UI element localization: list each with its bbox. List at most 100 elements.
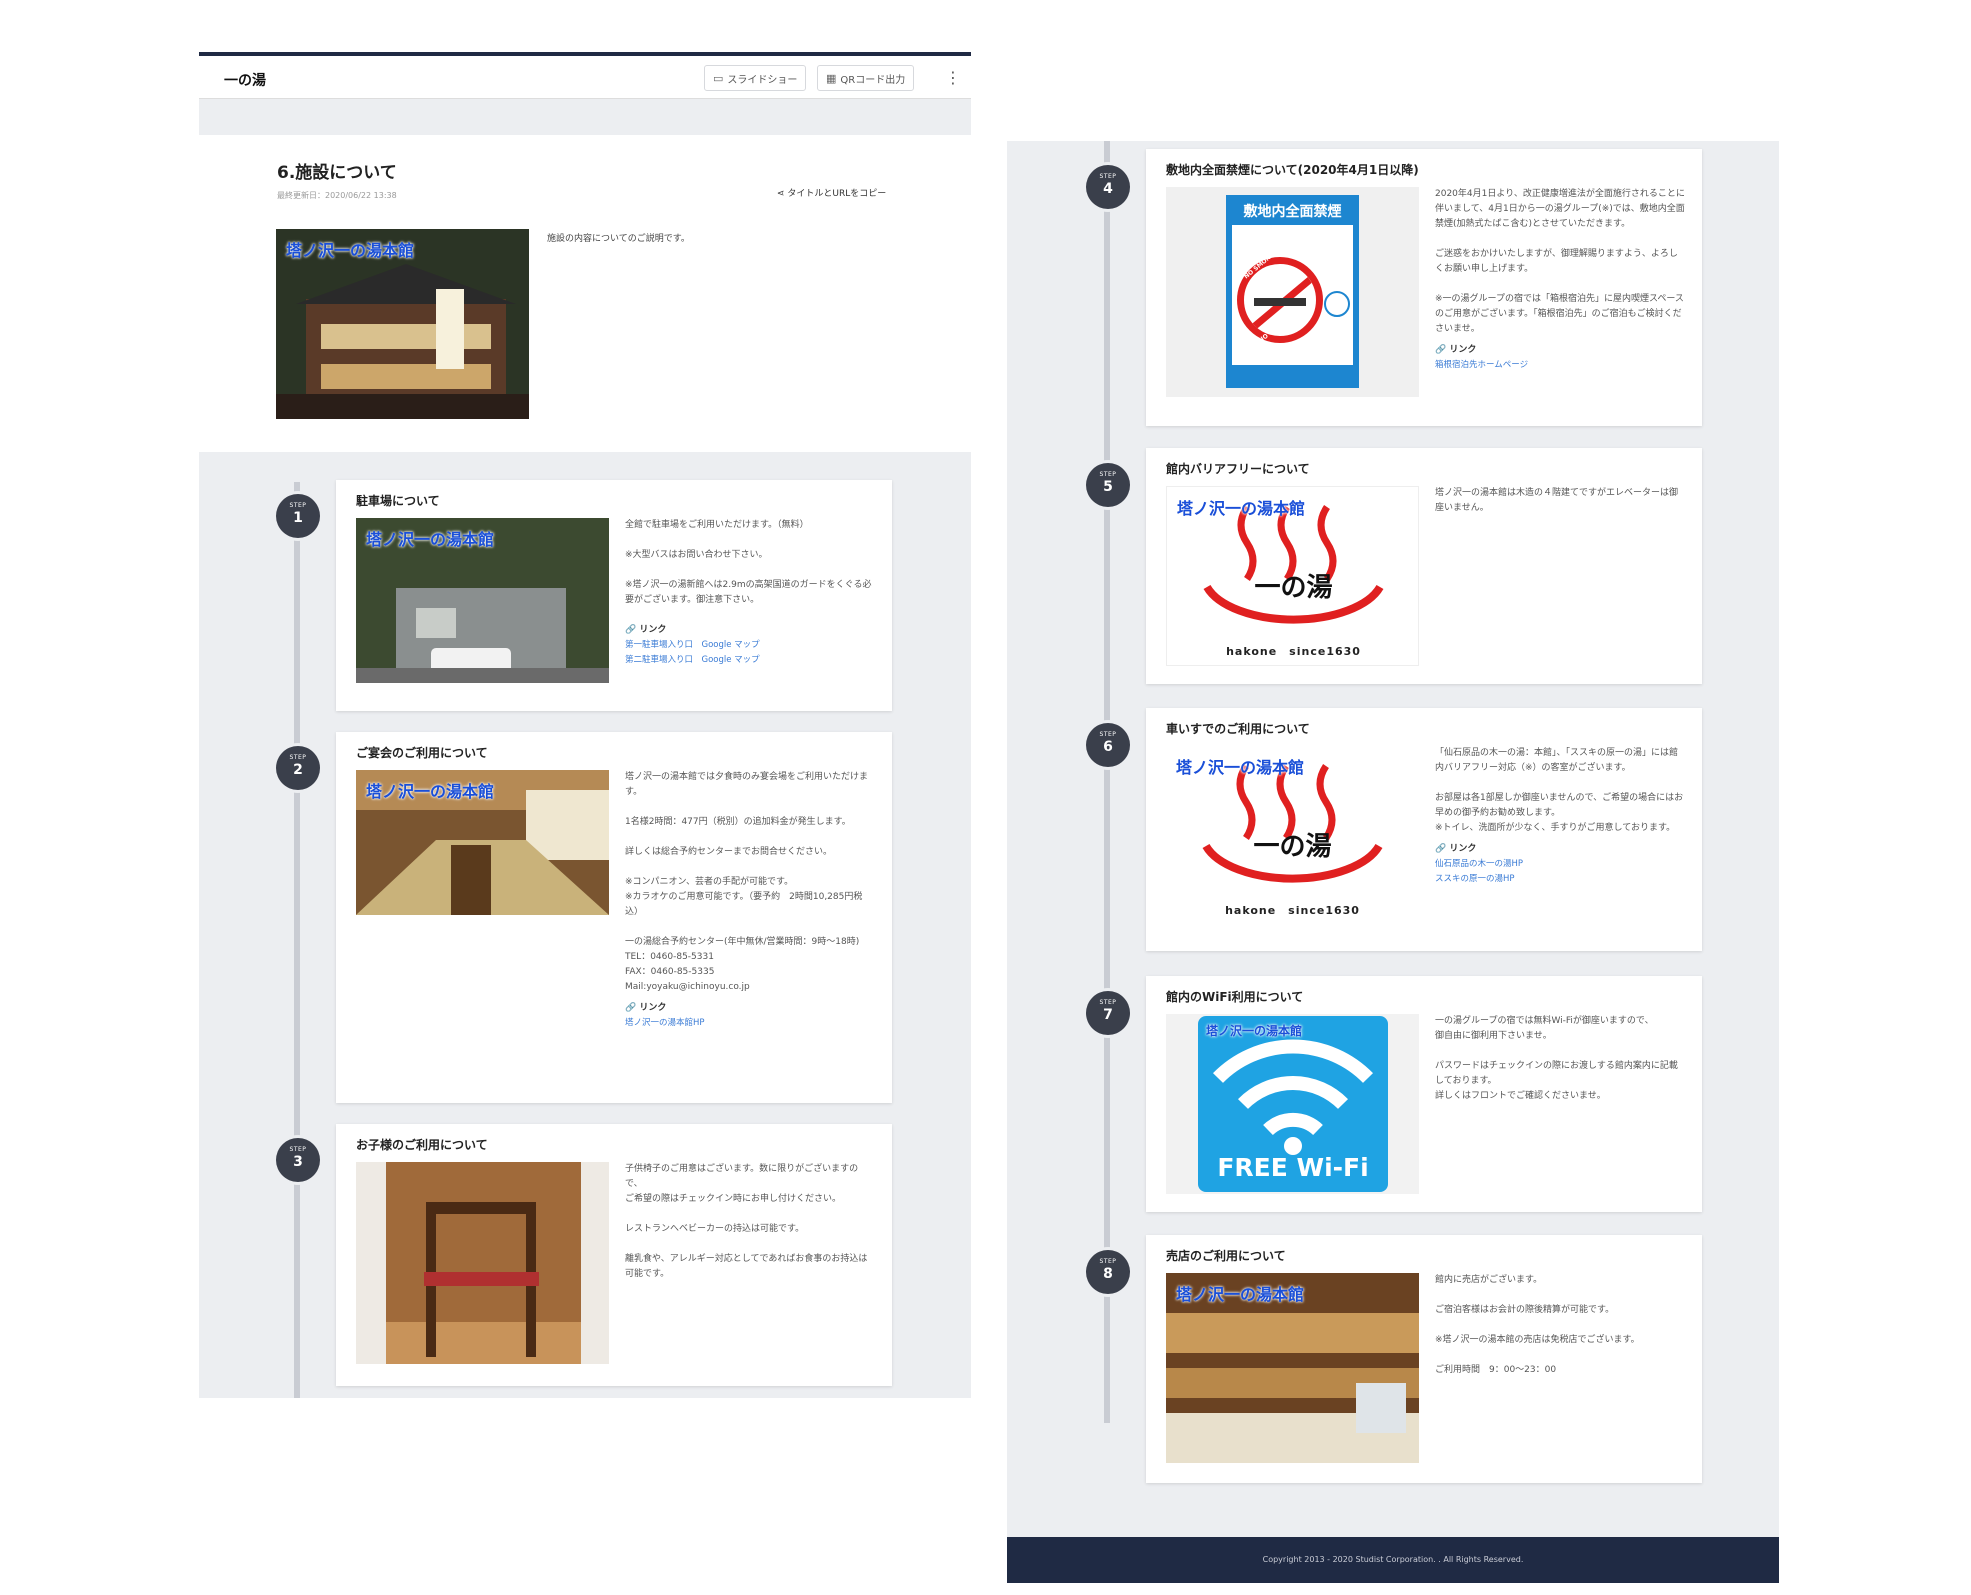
paragraph: ご宿泊客様はお会計の際後精算が可能です。 xyxy=(1435,1305,1615,1315)
step-badge-1: STEP 1 xyxy=(276,494,320,538)
cigarette-icon xyxy=(1254,298,1306,306)
link-hakone-lodging[interactable]: 箱根宿泊先ホームページ xyxy=(1435,358,1685,373)
paragraph: 1名様2時間：477円（税別）の追加料金が発生します。 xyxy=(625,817,851,827)
link-heading: 🔗 リンク xyxy=(1435,842,1685,857)
step-badge-7: STEP 7 xyxy=(1086,991,1130,1035)
paragraph: 離乳食や、アレルギー対応としてであればお食事のお持込は可能です。 xyxy=(625,1254,868,1279)
step-body: 塔ノ沢一の湯本館では夕食時のみ宴会場をご利用いただけます。 1名様2時間：477… xyxy=(625,770,875,1031)
share-icon: ⋖ xyxy=(777,189,785,199)
shop-image[interactable]: 塔ノ沢一の湯本館 xyxy=(1166,1273,1419,1463)
no-smoking-poster[interactable]: 敷地内全面禁煙 NO SMOKING NO VAPING xyxy=(1166,187,1419,397)
step-label: STEP xyxy=(1099,1258,1117,1265)
paragraph: 詳しくは総合予約センターまでお問合せください。 xyxy=(625,847,833,857)
child-chair-image[interactable] xyxy=(356,1162,609,1364)
banquet-image[interactable]: 塔ノ沢一の湯本館 xyxy=(356,770,609,915)
step-title: 売店のご利用について xyxy=(1166,1249,1286,1263)
step-card-8: 売店のご利用について 塔ノ沢一の湯本館 館内に売店がございます。 ご宿泊客様はお… xyxy=(1146,1235,1702,1483)
free-wifi-image[interactable]: FREE Wi-Fi 塔ノ沢一の湯本館 xyxy=(1166,1014,1419,1194)
step-number: 8 xyxy=(1103,1266,1113,1282)
paragraph: 2020年4月1日より、改正健康増進法が全面施行されることに伴いまして、4月1日… xyxy=(1435,189,1685,229)
page-footer: Copyright 2013 - 2020 Studist Corporatio… xyxy=(1007,1537,1779,1583)
copyright-text: Copyright 2013 - 2020 Studist Corporatio… xyxy=(1262,1555,1524,1564)
paragraph: 館内に売店がございます。 xyxy=(1435,1275,1543,1285)
paragraph: 子供椅子のご用意はございます。数に限りがございますので、 ご希望の際はチェックイ… xyxy=(625,1164,859,1204)
step-badge-2: STEP 2 xyxy=(276,746,320,790)
step-card-7: 館内のWiFi利用について FREE Wi-Fi 塔ノ沢一の湯本館 一の湯グルー… xyxy=(1146,976,1702,1212)
slideshow-icon: ▭ xyxy=(713,71,724,85)
link-icon: 🔗 xyxy=(1435,844,1447,854)
step-title: 敷地内全面禁煙について(2020年4月1日以降) xyxy=(1166,163,1419,177)
logo-text: 一の湯 xyxy=(1254,573,1333,603)
step-badge-3: STEP 3 xyxy=(276,1138,320,1182)
paragraph: ご利用時間 9：00～23：00 xyxy=(1435,1365,1557,1375)
paragraph: ※塔ノ沢一の湯新館へは2.9mの高架国道のガードをくぐる必要がございます。御注意… xyxy=(625,580,872,605)
top-toolbar: 一の湯 ▭ スライドショー ▦ QRコード出力 ⋮ xyxy=(199,52,971,99)
link-icon: 🔗 xyxy=(625,1003,637,1013)
step-label: STEP xyxy=(289,502,307,509)
qr-button[interactable]: ▦ QRコード出力 xyxy=(817,65,915,91)
logo-tagline: hakone since1630 xyxy=(1226,645,1361,658)
step-title: ご宴会のご利用について xyxy=(356,746,488,760)
seal-icon xyxy=(1324,291,1350,317)
link-shinanoki[interactable]: 仙石原品の木一の湯HP xyxy=(1435,857,1685,872)
paragraph: ご迷惑をおかけいたしますが、御理解賜りますよう、よろしくお願い申し上げます。 xyxy=(1435,249,1678,274)
step-badge-8: STEP 8 xyxy=(1086,1250,1130,1294)
link-icon: 🔗 xyxy=(625,625,637,635)
paragraph: ※コンパニオン、芸者の手配が可能です。 ※カラオケのご用意可能です。（要予約 2… xyxy=(625,877,863,917)
step-number: 4 xyxy=(1103,181,1113,197)
step-number: 6 xyxy=(1103,739,1113,755)
step-number: 2 xyxy=(293,762,303,778)
image-caption: 塔ノ沢一の湯本館 xyxy=(1206,1024,1303,1038)
copy-title-url-button[interactable]: ⋖ タイトルとURLをコピー xyxy=(777,186,886,199)
step-label: STEP xyxy=(1099,471,1117,478)
step-body: 館内に売店がございます。 ご宿泊客様はお会計の際後精算が可能です。 ※塔ノ沢一の… xyxy=(1435,1273,1685,1393)
steps-panel-left: STEP 1 駐車場について 塔ノ沢一の湯本館 全館で駐車場をご利用いただけます… xyxy=(199,452,971,1398)
hero-image[interactable]: 塔ノ沢一の湯本館 xyxy=(276,229,529,419)
paragraph: パスワードはチェックインの際にお渡しする館内案内に記載しております。 詳しくはフ… xyxy=(1435,1061,1678,1101)
parking-image[interactable]: 塔ノ沢一の湯本館 xyxy=(356,518,609,683)
link-susukinohara[interactable]: ススキの原一の湯HP xyxy=(1435,872,1685,887)
link-label: リンク xyxy=(1449,844,1477,854)
kebab-icon[interactable]: ⋮ xyxy=(945,68,961,87)
page-title: 6.施設について xyxy=(277,163,397,183)
image-caption: 塔ノ沢一の湯本館 xyxy=(1176,1285,1305,1304)
link-parking-1[interactable]: 第一駐車場入り口 Google マップ xyxy=(625,638,875,653)
image-caption: 塔ノ沢一の湯本館 xyxy=(1177,499,1306,518)
link-heading: 🔗 リンク xyxy=(1435,343,1685,358)
ichinoyu-logo-image[interactable]: 塔ノ沢一の湯本館 一の湯 hakone since1630 xyxy=(1166,486,1419,666)
step-card-6: 車いすでのご利用について 塔ノ沢一の湯本館 一の湯 hakone since16… xyxy=(1146,708,1702,951)
slideshow-label: スライドショー xyxy=(727,74,798,86)
last-updated: 最終更新日：2020/06/22 13:38 xyxy=(277,191,397,200)
link-honkan-hp[interactable]: 塔ノ沢一の湯本館HP xyxy=(625,1016,875,1031)
paragraph: レストランへベビーカーの持込は可能です。 xyxy=(625,1224,805,1234)
step-label: STEP xyxy=(289,1146,307,1153)
paragraph: 全館で駐車場をご利用いただけます。（無料） xyxy=(625,520,809,530)
paragraph: 塔ノ沢一の湯本館では夕食時のみ宴会場をご利用いただけます。 xyxy=(625,772,869,797)
step-label: STEP xyxy=(1099,173,1117,180)
step-badge-5: STEP 5 xyxy=(1086,463,1130,507)
timeline-rail xyxy=(294,482,300,1398)
link-heading: 🔗 リンク xyxy=(625,1001,875,1016)
slideshow-button[interactable]: ▭ スライドショー xyxy=(704,65,807,91)
link-parking-2[interactable]: 第二駐車場入り口 Google マップ xyxy=(625,653,875,668)
link-label: リンク xyxy=(639,1003,667,1013)
paragraph: 「仙石原品の木一の湯：本館」、「ススキの原一の湯」には館内バリアフリー対応（※）… xyxy=(1435,748,1679,773)
step-body: 「仙石原品の木一の湯：本館」、「ススキの原一の湯」には館内バリアフリー対応（※）… xyxy=(1435,746,1685,887)
qr-label: QRコード出力 xyxy=(840,74,906,86)
wifi-text: FREE Wi-Fi xyxy=(1217,1153,1369,1182)
step-badge-6: STEP 6 xyxy=(1086,723,1130,767)
step-body: 全館で駐車場をご利用いただけます。（無料） ※大型バスはお問い合わせ下さい。 ※… xyxy=(625,518,875,668)
paragraph: 塔ノ沢一の湯本館は木造の４階建てですがエレベーターは御座いません。 xyxy=(1435,488,1679,513)
image-caption: 塔ノ沢一の湯本館 xyxy=(366,530,495,549)
ichinoyu-logo-image[interactable]: 塔ノ沢一の湯本館 一の湯 hakone since1630 xyxy=(1166,746,1419,926)
hero-caption: 塔ノ沢一の湯本館 xyxy=(286,241,415,260)
logo-tagline: hakone since1630 xyxy=(1225,904,1360,917)
brand-logo[interactable]: 一の湯 xyxy=(224,70,266,90)
link-heading: 🔗 リンク xyxy=(625,623,875,638)
step-body: 塔ノ沢一の湯本館は木造の４階建てですがエレベーターは御座いません。 xyxy=(1435,486,1685,531)
step-number: 7 xyxy=(1103,1007,1113,1023)
image-caption: 塔ノ沢一の湯本館 xyxy=(366,782,495,801)
step-card-4: 敷地内全面禁煙について(2020年4月1日以降) 敷地内全面禁煙 NO SMOK… xyxy=(1146,149,1702,426)
step-body: 一の湯グループの宿では無料Wi-Fiが御座いますので、 御自由に御利用下さいませ… xyxy=(1435,1014,1685,1119)
step-number: 5 xyxy=(1103,479,1113,495)
